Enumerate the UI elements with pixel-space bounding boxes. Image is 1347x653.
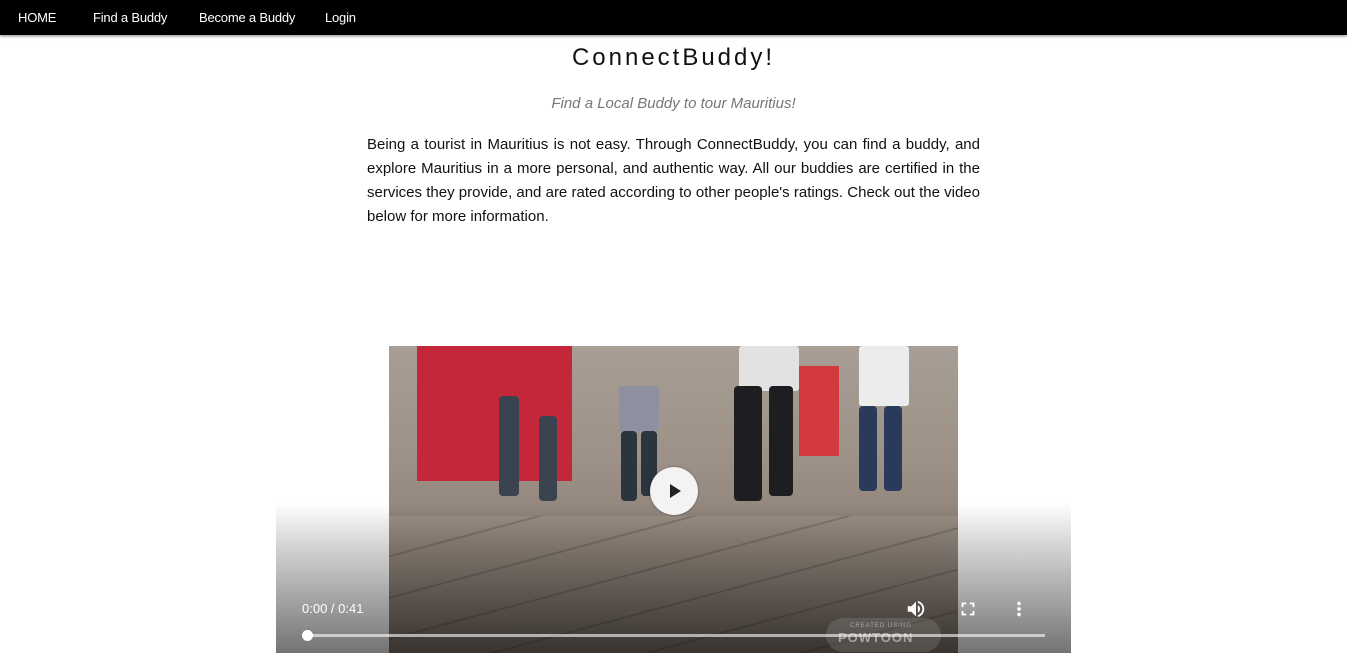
time-display: 0:00 / 0:41 xyxy=(302,601,364,616)
walker-leg xyxy=(621,431,637,501)
page-title: ConnectBuddy! xyxy=(571,44,776,71)
red-figure-image xyxy=(799,366,839,456)
nav-login-link[interactable]: Login xyxy=(325,10,356,25)
play-button[interactable] xyxy=(650,467,698,515)
walker-leg xyxy=(769,386,793,496)
intro-paragraph: Being a tourist in Mauritius is not easy… xyxy=(367,136,980,225)
more-options-button[interactable] xyxy=(1008,598,1030,620)
watermark-brand: POWTOON xyxy=(838,630,914,645)
volume-icon xyxy=(907,600,925,618)
walker-leg xyxy=(499,396,519,496)
fullscreen-button[interactable] xyxy=(957,598,979,620)
walker-shirt xyxy=(619,386,659,431)
nav-become-a-buddy-link[interactable]: Become a Buddy xyxy=(199,10,295,25)
controls-gradient xyxy=(276,503,1071,653)
progress-bar[interactable] xyxy=(306,634,1045,637)
video-player[interactable]: CREATED USING POWTOON 0:00 / 0:41 xyxy=(276,346,1071,653)
volume-button[interactable] xyxy=(905,598,927,620)
walker-leg xyxy=(884,406,902,491)
page-subtitle: Find a Local Buddy to tour Mauritius! xyxy=(551,95,796,112)
walker-shirt xyxy=(739,346,799,391)
watermark-caption: CREATED USING xyxy=(850,623,912,629)
walker-shirt xyxy=(859,346,909,406)
walker-leg xyxy=(859,406,877,491)
more-options-icon xyxy=(1017,601,1021,617)
top-navigation-bar: HOME Find a Buddy Become a Buddy Login xyxy=(0,0,1347,35)
nav-home-link[interactable]: HOME xyxy=(18,10,56,25)
progress-scrubber[interactable] xyxy=(302,630,313,641)
fullscreen-icon xyxy=(961,602,975,616)
walker-leg xyxy=(539,416,557,501)
nav-find-a-buddy-link[interactable]: Find a Buddy xyxy=(93,10,167,25)
walker-leg xyxy=(734,386,762,501)
